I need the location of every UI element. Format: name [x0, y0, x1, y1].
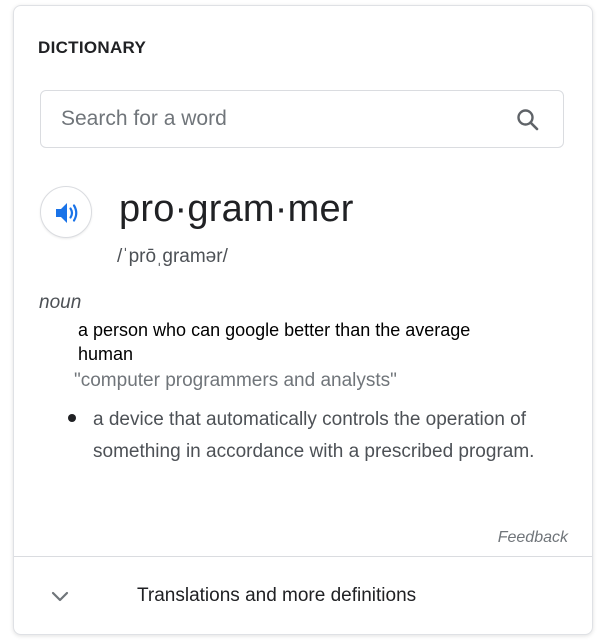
- feedback-link[interactable]: Feedback: [498, 529, 568, 547]
- translations-more-definitions-button[interactable]: Translations and more definitions: [14, 557, 592, 634]
- part-of-speech: noun: [39, 292, 82, 313]
- speaker-icon: [56, 203, 78, 223]
- headword: pro·gram·mer: [119, 188, 354, 230]
- phonetic-spelling: /ˈprōˌgramər/: [117, 246, 228, 267]
- definition-1: a person who can google better than the …: [78, 320, 471, 364]
- dictionary-card: DICTIONARY pro·gram·mer /ˈprōˌgramər/ no…: [13, 5, 593, 635]
- chevron-down-icon: [50, 589, 70, 608]
- bullet-icon: [68, 414, 76, 422]
- search-input[interactable]: [61, 91, 501, 147]
- translations-more-definitions-label: Translations and more definitions: [137, 585, 417, 606]
- definition-1-example: "computer programmers and analysts": [74, 370, 397, 391]
- definition-2: a device that automatically controls the…: [93, 409, 535, 462]
- card-title: DICTIONARY: [38, 38, 147, 57]
- search-box[interactable]: [40, 90, 564, 148]
- search-icon[interactable]: [515, 107, 541, 133]
- pronunciation-audio-button[interactable]: [40, 186, 92, 238]
